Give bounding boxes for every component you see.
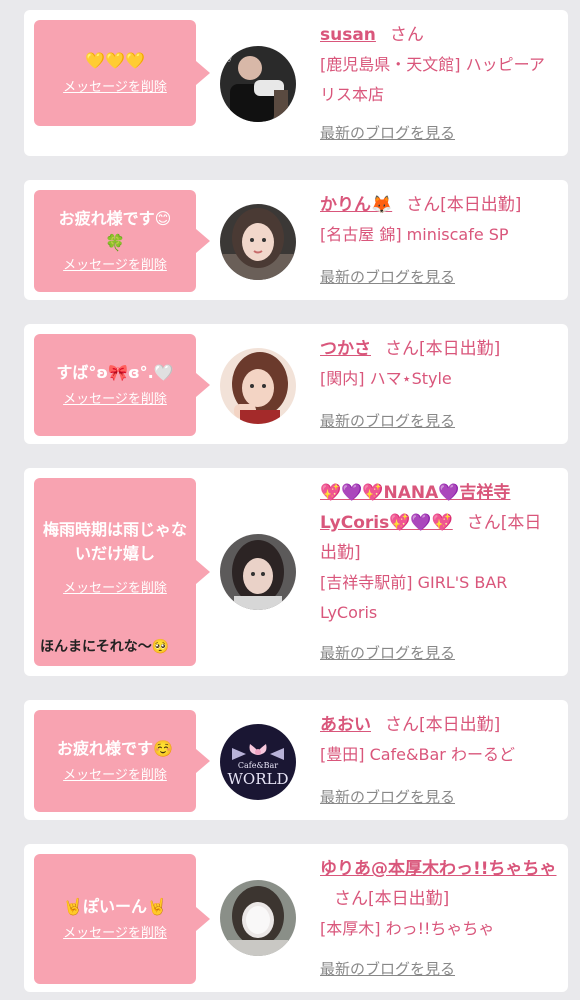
- cast-info: ゆりあ@本厚木わっ!!ちゃちゃさん[本日出勤] [本厚木] わっ!!ちゃちゃ: [320, 854, 558, 944]
- message-card: 梅雨時期は雨じゃないだけ嬉し メッセージを削除 ほんまにそれな〜🥺 💖💜💖NAN…: [24, 468, 568, 676]
- svg-text:y: y: [227, 53, 233, 62]
- avatar-logo-small-text: Cafe&Bar: [238, 761, 278, 770]
- message-list: 💛💛💛 メッセージを削除 y susan さん [鹿児島県・天文館] ハッピーアリ…: [0, 0, 580, 1000]
- avatar[interactable]: Cafe&Bar WORLD: [220, 724, 296, 800]
- cast-name-link[interactable]: ゆりあ@本厚木わっ!!ちゃちゃ: [320, 859, 557, 879]
- shop-label: [鹿児島県・天文館] ハッピーアリス本店: [320, 55, 545, 104]
- avatar-photo: y: [220, 46, 296, 122]
- shop-label: [本厚木] わっ!!ちゃちゃ: [320, 919, 495, 938]
- message-bubble: お疲れ様です☺️ メッセージを削除: [34, 710, 210, 812]
- message-text: すば°ʚ🎀ɞ°.🤍: [56, 363, 174, 382]
- cast-name-line: susan さん: [320, 20, 558, 50]
- shop-label: [関内] ハマ⋆Style: [320, 369, 452, 388]
- avatar-logo: Cafe&Bar WORLD: [220, 724, 296, 800]
- name-suffix: さん[本日出勤]: [334, 889, 450, 909]
- delete-message-link[interactable]: メッセージを削除: [63, 925, 167, 943]
- cast-name-line: ゆりあ@本厚木わっ!!ちゃちゃさん[本日出勤]: [320, 854, 558, 914]
- message-card: お疲れ様です😊🍀 メッセージを削除 かりん🦊 さん[本日出勤] [名古屋 錦] m…: [24, 180, 568, 300]
- name-suffix: さん[本日出勤]: [406, 195, 522, 215]
- shop-label: [名古屋 錦] miniscafe SP: [320, 225, 509, 244]
- latest-blog-link[interactable]: 最新のブログを見る: [320, 958, 455, 980]
- delete-message-link[interactable]: メッセージを削除: [63, 79, 167, 97]
- message-card: 💛💛💛 メッセージを削除 y susan さん [鹿児島県・天文館] ハッピーアリ…: [24, 10, 568, 156]
- message-bubble: すば°ʚ🎀ɞ°.🤍 メッセージを削除: [34, 334, 210, 436]
- avatar[interactable]: y: [220, 46, 296, 122]
- delete-message-link[interactable]: メッセージを削除: [63, 767, 167, 785]
- extra-message-text: ほんまにそれな〜🥺: [40, 639, 170, 655]
- message-text: 梅雨時期は雨じゃないだけ嬉し: [42, 520, 187, 563]
- message-bubble: 💛💛💛 メッセージを削除: [34, 20, 210, 126]
- cast-name-link[interactable]: かりん🦊: [320, 195, 392, 215]
- message-text: 🤘ぽいーん🤘: [63, 897, 167, 916]
- message-card: 🤘ぽいーん🤘 メッセージを削除 ゆりあ@本厚木わっ!!ちゃちゃさん[本日出勤] …: [24, 844, 568, 992]
- latest-blog-link[interactable]: 最新のブログを見る: [320, 786, 455, 808]
- message-text: 💛💛💛: [85, 51, 145, 70]
- cast-info: susan さん [鹿児島県・天文館] ハッピーアリス本店: [320, 20, 558, 110]
- name-suffix: さん[本日出勤]: [385, 339, 501, 359]
- avatar[interactable]: [220, 880, 296, 956]
- avatar-photo: [220, 348, 296, 424]
- cast-name-link[interactable]: susan: [320, 25, 376, 45]
- avatar[interactable]: [220, 534, 296, 610]
- cast-name-line: あおい さん[本日出勤]: [320, 710, 558, 740]
- cast-name-link[interactable]: つかさ: [320, 339, 371, 359]
- cast-name-line: かりん🦊 さん[本日出勤]: [320, 190, 558, 220]
- cast-info: 💖💜💖NANA💜吉祥寺LyCoris💖💜💖 さん[本日出勤] [吉祥寺駅前] GI…: [320, 478, 558, 628]
- shop-label: [豊田] Cafe&Bar わーるど: [320, 745, 515, 764]
- message-bubble: 梅雨時期は雨じゃないだけ嬉し メッセージを削除 ほんまにそれな〜🥺: [34, 478, 210, 666]
- message-bubble: お疲れ様です😊🍀 メッセージを削除: [34, 190, 210, 292]
- avatar-logo-big-text: WORLD: [228, 770, 289, 788]
- cast-name-link[interactable]: あおい: [320, 715, 371, 735]
- latest-blog-link[interactable]: 最新のブログを見る: [320, 642, 455, 664]
- latest-blog-link[interactable]: 最新のブログを見る: [320, 122, 455, 144]
- cast-name-line: 💖💜💖NANA💜吉祥寺LyCoris💖💜💖 さん[本日出勤]: [320, 478, 558, 568]
- delete-message-link[interactable]: メッセージを削除: [63, 391, 167, 409]
- avatar[interactable]: [220, 348, 296, 424]
- cast-info: あおい さん[本日出勤] [豊田] Cafe&Bar わーるど: [320, 710, 558, 770]
- cast-info: つかさ さん[本日出勤] [関内] ハマ⋆Style: [320, 334, 558, 394]
- avatar-photo: [220, 204, 296, 280]
- message-text: お疲れ様です☺️: [57, 739, 173, 758]
- latest-blog-link[interactable]: 最新のブログを見る: [320, 410, 455, 432]
- avatar-photo: [220, 880, 296, 956]
- message-card: すば°ʚ🎀ɞ°.🤍 メッセージを削除 つかさ さん[本日出勤] [関内] ハマ⋆S…: [24, 324, 568, 444]
- message-bubble: 🤘ぽいーん🤘 メッセージを削除: [34, 854, 210, 984]
- message-text: お疲れ様です😊🍀: [58, 209, 172, 252]
- delete-message-link[interactable]: メッセージを削除: [63, 257, 167, 275]
- cast-name-line: つかさ さん[本日出勤]: [320, 334, 558, 364]
- name-suffix: さん: [389, 25, 424, 45]
- cast-info: かりん🦊 さん[本日出勤] [名古屋 錦] miniscafe SP: [320, 190, 558, 250]
- message-card: お疲れ様です☺️ メッセージを削除 Cafe&Bar WORLD あおい さん[本…: [24, 700, 568, 820]
- avatar[interactable]: [220, 204, 296, 280]
- name-suffix: さん[本日出勤]: [385, 715, 501, 735]
- shop-label: [吉祥寺駅前] GIRL'S BAR LyCoris: [320, 573, 508, 622]
- avatar-photo: [220, 534, 296, 610]
- latest-blog-link[interactable]: 最新のブログを見る: [320, 266, 455, 288]
- delete-message-link[interactable]: メッセージを削除: [63, 580, 167, 598]
